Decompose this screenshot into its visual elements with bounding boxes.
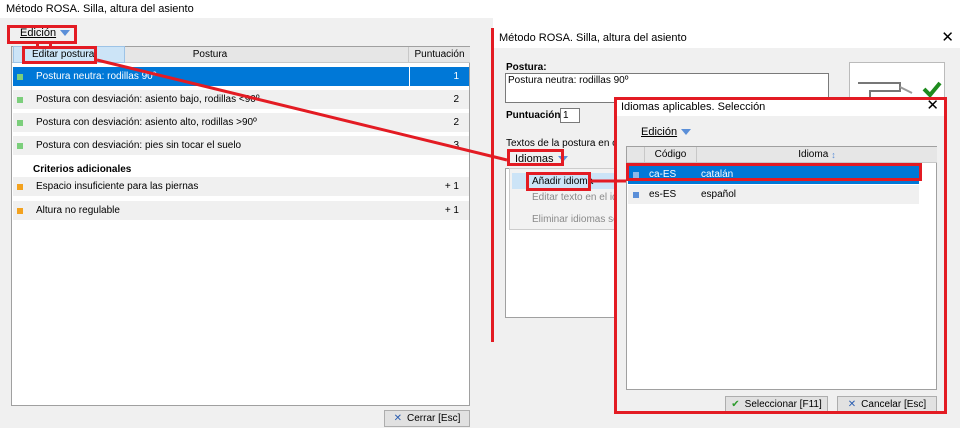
- annotation-arrows: [96, 58, 626, 183]
- annotation-arrow-line: [96, 58, 508, 162]
